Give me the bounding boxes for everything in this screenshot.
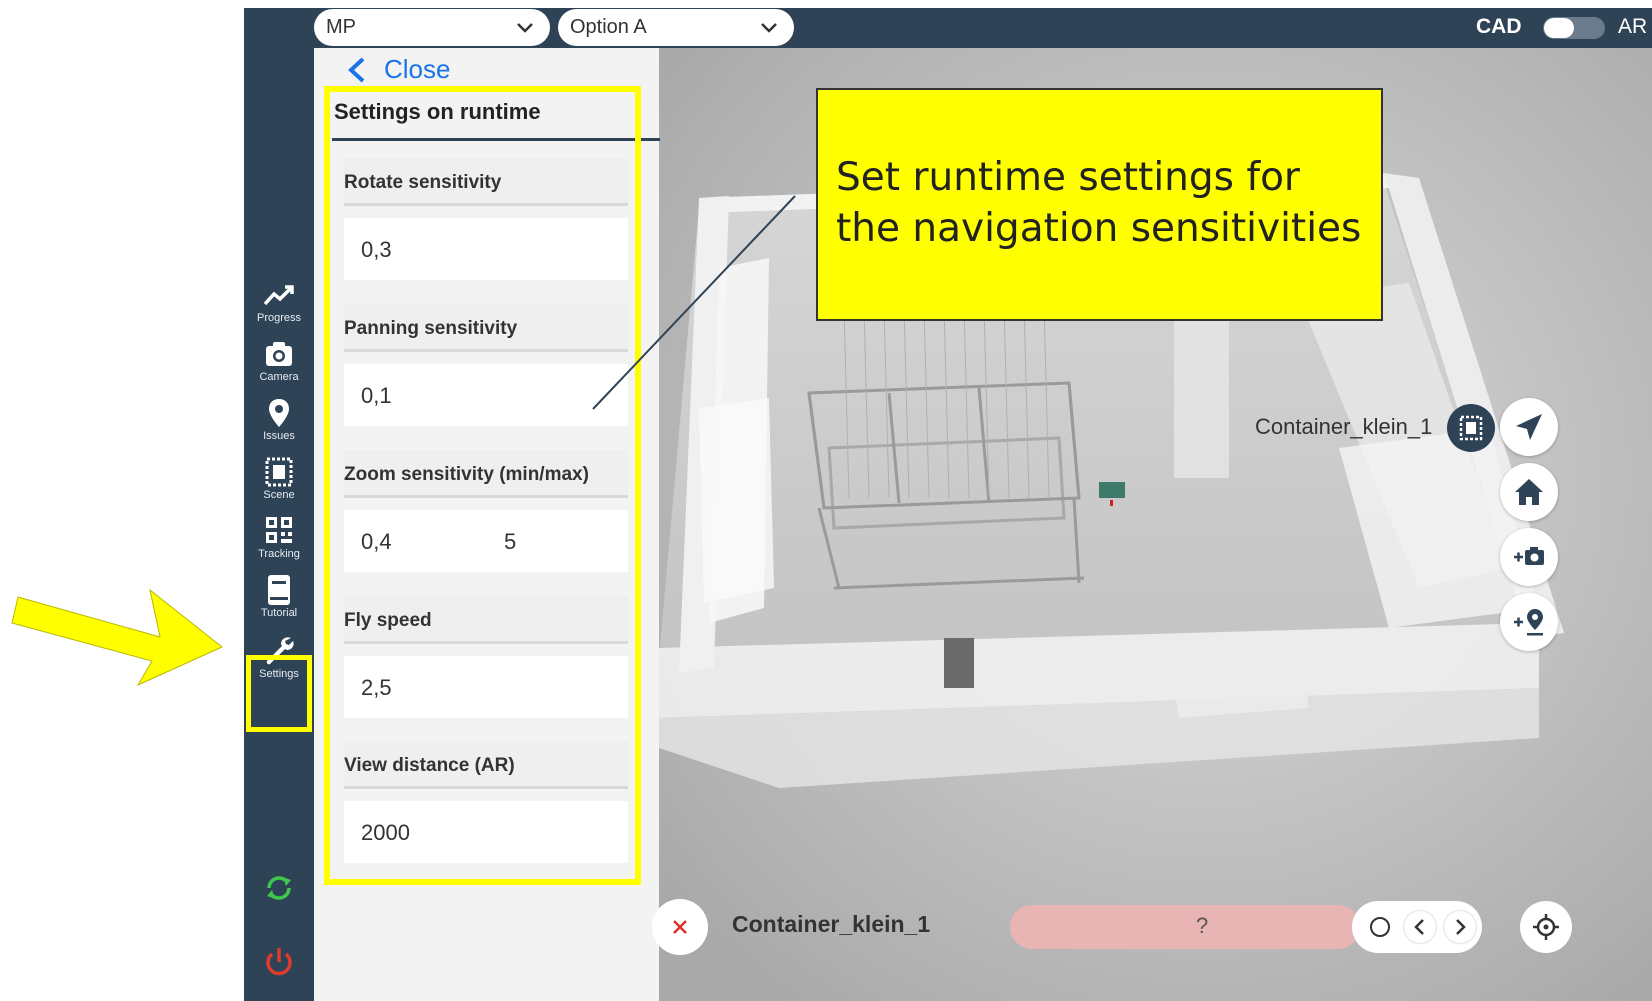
sidebar-item-scene[interactable]: Scene xyxy=(244,453,314,511)
sidebar-item-progress[interactable]: Progress xyxy=(244,276,314,334)
ar-mode-label: AR xyxy=(1618,15,1648,38)
pointer-arrow-icon xyxy=(11,588,223,687)
bottom-bar: Container_klein_1 ? xyxy=(652,899,1652,961)
option-dropdown-value: Option A xyxy=(570,16,647,38)
chevron-down-icon xyxy=(517,23,533,33)
circle-button[interactable] xyxy=(1364,911,1396,943)
chevron-down-icon xyxy=(761,23,777,33)
home-icon xyxy=(1515,479,1543,505)
project-dropdown-value: MP xyxy=(326,16,356,38)
cad-mode-label: CAD xyxy=(1476,15,1522,38)
home-button[interactable] xyxy=(1500,463,1558,521)
deselect-button[interactable] xyxy=(652,899,708,955)
settings-highlight-box xyxy=(246,655,312,732)
add-photo-button[interactable] xyxy=(1500,528,1558,586)
next-button[interactable] xyxy=(1444,911,1476,943)
close-button[interactable]: Close xyxy=(346,54,450,85)
top-bar: MP Option A CAD AR xyxy=(244,8,1652,48)
scene-icon xyxy=(265,457,293,487)
sidebar: Progress Camera Issues Scene Tracking Tu… xyxy=(244,48,314,1001)
sidebar-item-issues[interactable]: Issues xyxy=(244,394,314,452)
cad-ar-toggle[interactable] xyxy=(1543,17,1605,39)
add-photo-icon xyxy=(1514,547,1544,565)
previous-button[interactable] xyxy=(1404,911,1436,943)
project-dropdown[interactable]: MP xyxy=(314,9,550,46)
power-icon[interactable] xyxy=(261,944,297,980)
sidebar-item-camera[interactable]: Camera xyxy=(244,335,314,393)
map-pin-icon xyxy=(269,399,289,427)
toggle-knob xyxy=(1544,18,1574,38)
settings-panel: Close Settings on runtime Rotate sensiti… xyxy=(314,48,660,1001)
target-button[interactable] xyxy=(1520,901,1572,953)
close-icon xyxy=(673,920,687,934)
status-pill xyxy=(1010,905,1360,949)
panel-highlight-box xyxy=(324,86,641,885)
object-name: Container_klein_1 xyxy=(732,911,931,937)
sync-icon[interactable] xyxy=(261,870,297,906)
send-icon xyxy=(1516,414,1542,440)
chevron-left-icon xyxy=(348,57,365,82)
circle-icon xyxy=(1370,917,1390,937)
sidebar-item-label: Tutorial xyxy=(260,607,298,619)
book-icon xyxy=(268,575,290,605)
trend-icon xyxy=(263,285,294,306)
send-button[interactable] xyxy=(1500,398,1558,456)
option-dropdown[interactable]: Option A xyxy=(558,9,794,46)
navigation-controls xyxy=(1352,901,1482,953)
chevron-right-icon xyxy=(1456,919,1466,935)
crosshair-icon xyxy=(1533,914,1559,940)
screenshot-stage: MP Option A CAD AR Progress Camera Issue… xyxy=(0,0,1652,1001)
object-scene-button[interactable] xyxy=(1447,404,1495,452)
close-label: Close xyxy=(384,54,451,84)
camera-icon xyxy=(266,342,292,366)
add-pin-icon xyxy=(1514,609,1543,636)
callout-text: Set runtime settings for the navigation … xyxy=(836,155,1362,251)
status-text: ? xyxy=(1196,913,1209,938)
sidebar-item-label: Camera xyxy=(259,371,299,383)
qr-code-icon xyxy=(266,517,292,543)
add-pin-button[interactable] xyxy=(1500,593,1558,651)
sidebar-item-label: Scene xyxy=(263,489,295,501)
sidebar-item-label: Progress xyxy=(256,312,302,324)
sidebar-item-label: Tracking xyxy=(258,548,300,560)
sidebar-item-tracking[interactable]: Tracking xyxy=(244,512,314,570)
scene-icon xyxy=(1459,415,1483,441)
chevron-left-icon xyxy=(1414,919,1424,935)
sidebar-item-tutorial[interactable]: Tutorial xyxy=(244,571,314,629)
annotation-callout: Set runtime settings for the navigation … xyxy=(816,88,1383,321)
selected-object-label: Container_klein_1 xyxy=(1255,414,1433,439)
sidebar-item-label: Issues xyxy=(263,430,295,442)
